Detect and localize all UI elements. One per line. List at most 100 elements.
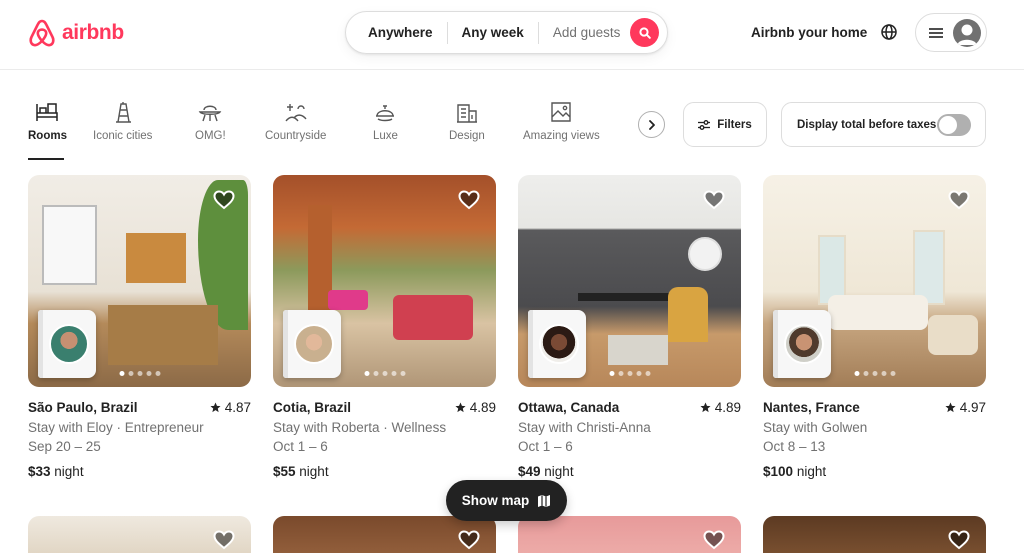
bed-icon [36,103,59,121]
heart-icon[interactable] [948,530,970,550]
globe-icon[interactable] [880,23,898,41]
listing-host: Stay with Eloy · Entrepreneur [28,419,204,435]
airbnb-logo-icon [29,19,55,47]
top-header: airbnb Anywhere Any week Add guests Airb… [0,0,1024,70]
category-label: OMG! [195,130,226,142]
star-icon [210,402,221,413]
category-rooms[interactable]: Rooms [28,95,67,142]
filters-button[interactable]: Filters [683,102,767,147]
listing-rating: 4.87 [210,398,251,418]
listing-info: Ottawa, Canada 4.89 Stay with Christi-An… [518,398,741,481]
design-building-icon [456,104,477,123]
active-category-underline [28,158,64,160]
host-avatar [294,324,334,364]
listing-dates: Oct 1 – 6 [273,439,328,454]
user-icon [957,24,977,45]
listing-price: $100 night [763,463,827,479]
listing-photo[interactable] [518,175,741,387]
photo-dots [119,371,160,376]
host-card [38,310,96,378]
airbnb-logo[interactable]: airbnb [28,18,124,48]
star-icon [455,402,466,413]
listing-dates: Sep 20 – 25 [28,439,101,454]
heart-icon[interactable] [213,190,235,210]
host-avatar [784,324,824,364]
star-icon [945,402,956,413]
category-omg[interactable]: OMG! [195,95,226,142]
picture-frame-icon [551,102,572,122]
avatar [953,18,981,47]
display-total-label: Display total before taxes [797,118,937,131]
category-label: Design [449,130,485,142]
listing-dates: Oct 1 – 6 [518,439,573,454]
search-bar[interactable]: Anywhere Any week Add guests [345,11,668,54]
sliders-icon [698,119,711,130]
ufo-house-icon [199,105,222,122]
listing-photo[interactable] [763,175,986,387]
filters-label: Filters [717,118,752,131]
listing-info: Cotia, Brazil 4.89 Stay with Roberta · W… [273,398,496,481]
search-button[interactable] [630,18,660,47]
listing-photo[interactable] [273,516,496,553]
photo-dots [364,371,405,376]
category-next-button[interactable] [638,111,665,138]
category-design[interactable]: Design [449,95,485,142]
countryside-icon [285,104,307,122]
host-card [283,310,341,378]
listing-host: Stay with Golwen [763,419,868,435]
listing-photo[interactable] [273,175,496,387]
heart-icon[interactable] [458,190,480,210]
show-map-label: Show map [461,493,530,508]
search-icon [639,26,651,39]
heart-icon[interactable] [458,530,480,550]
listing-price: $55 night [273,463,329,479]
heart-icon[interactable] [213,530,235,550]
display-total-toggle-box[interactable]: Display total before taxes [781,102,986,147]
category-label: Rooms [28,130,67,142]
category-label: Amazing views [523,130,600,142]
category-label: Luxe [373,130,398,142]
listing-rating: 4.97 [945,398,986,418]
category-fade [615,100,640,155]
display-total-toggle[interactable] [937,114,971,136]
category-label: Iconic cities [93,130,153,142]
search-when[interactable]: Any week [448,23,538,43]
photo-dots [854,371,895,376]
category-label: Countryside [265,130,327,142]
listing-card[interactable]: Ottawa, Canada 4.89 Stay with Christi-An… [518,175,741,481]
category-amazing-views[interactable]: Amazing views [523,95,600,142]
search-where[interactable]: Anywhere [346,23,447,43]
host-card [528,310,586,378]
user-menu-button[interactable] [915,13,987,52]
host-link[interactable]: Airbnb your home [751,25,867,40]
listing-card[interactable]: Cotia, Brazil 4.89 Stay with Roberta · W… [273,175,496,481]
listing-rating: 4.89 [455,398,496,418]
chevron-right-icon [648,119,655,130]
category-iconic-cities[interactable]: Iconic cities [93,95,152,142]
host-avatar [539,324,579,364]
map-icon [538,494,551,507]
listing-info: São Paulo, Brazil 4.87 Stay with Eloy · … [28,398,251,481]
listing-photo[interactable] [28,516,251,553]
listing-photo[interactable] [518,516,741,553]
category-countryside[interactable]: Countryside [265,95,326,142]
heart-icon[interactable] [948,190,970,210]
listing-card[interactable]: Nantes, France 4.97 Stay with Golwen Oct… [763,175,986,481]
photo-dots [609,371,650,376]
listing-host: Stay with Roberta · Wellness [273,419,447,435]
show-map-button[interactable]: Show map [446,480,567,521]
listing-photo[interactable] [763,516,986,553]
search-guests[interactable]: Add guests [539,23,631,43]
logo-text: airbnb [62,21,124,44]
listing-price: $49 night [518,463,574,479]
heart-icon[interactable] [703,190,725,210]
listing-price: $33 night [28,463,84,479]
listing-host: Stay with Christi-Anna [518,419,651,435]
category-luxe[interactable]: Luxe [373,95,398,142]
listing-photo[interactable] [28,175,251,387]
host-card [773,310,831,378]
listing-rating: 4.89 [700,398,741,418]
host-avatar [49,324,89,364]
listing-card[interactable]: São Paulo, Brazil 4.87 Stay with Eloy · … [28,175,251,481]
heart-icon[interactable] [703,530,725,550]
